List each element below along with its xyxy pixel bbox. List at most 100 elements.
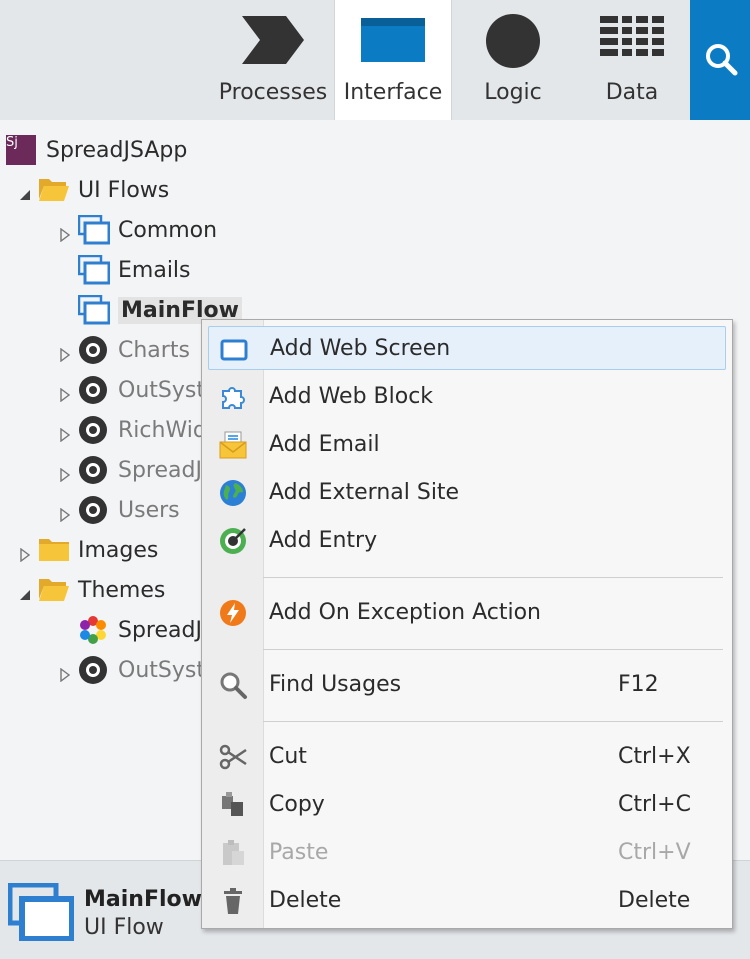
tree-node-label: SpreadJSApp — [46, 137, 188, 163]
tree-theme-outsystems[interactable]: OutSyst — [58, 650, 205, 690]
menu-item-add-on-exception-action[interactable]: Add On Exception Action — [208, 590, 726, 634]
tab-logic[interactable]: Logic — [452, 0, 574, 120]
tab-data[interactable]: Data — [574, 0, 690, 120]
menu-item-shortcut: Delete — [618, 887, 691, 913]
tree-folder-ui-flows[interactable]: UI Flows — [18, 170, 169, 210]
expanded-arrow-icon[interactable] — [18, 583, 32, 600]
globe-icon — [218, 478, 248, 508]
menu-item-shortcut: Ctrl+V — [618, 839, 691, 865]
logic-circle-icon — [485, 14, 541, 76]
paste-icon — [218, 838, 248, 868]
collapsed-arrow-icon[interactable] — [58, 343, 72, 363]
magnifier-icon — [218, 670, 248, 700]
menu-item-label: Add Entry — [269, 527, 378, 553]
menu-item-paste[interactable]: Paste Ctrl+V — [208, 830, 726, 874]
tree-module-users[interactable]: Users — [58, 490, 180, 530]
copy-icon — [218, 790, 248, 820]
entry-icon — [218, 526, 248, 556]
menu-item-label: Add External Site — [269, 479, 460, 505]
menu-item-shortcut: Ctrl+X — [618, 743, 691, 769]
tab-label: Data — [605, 80, 659, 105]
expanded-arrow-icon[interactable] — [18, 183, 32, 200]
tree-flow-common[interactable]: Common — [58, 210, 217, 250]
tree-node-label: Themes — [78, 577, 166, 603]
collapsed-arrow-icon[interactable] — [58, 503, 72, 523]
menu-item-label: Add Web Block — [269, 383, 434, 409]
data-grid-icon — [600, 14, 664, 66]
tree-module-charts[interactable]: Charts — [58, 330, 190, 370]
tree-node-label: Common — [118, 217, 218, 243]
tree-node-label: Charts — [118, 337, 190, 363]
menu-item-label: Add Web Screen — [270, 335, 451, 361]
scissors-icon — [218, 742, 248, 772]
open-folder-icon — [38, 175, 69, 205]
collapsed-arrow-icon[interactable] — [58, 663, 72, 683]
app-badge-icon: Sj — [6, 135, 36, 165]
ui-flow-icon — [77, 294, 111, 325]
search-button[interactable] — [690, 0, 750, 120]
email-icon — [218, 430, 248, 460]
tree-module-outsystems[interactable]: OutSyst — [58, 370, 205, 410]
tree-node-label: RichWid — [118, 417, 207, 443]
tree-folder-themes[interactable]: Themes — [18, 570, 165, 610]
menu-separator — [263, 721, 723, 722]
tree-app-root[interactable]: Sj SpreadJSApp — [6, 130, 187, 170]
menu-item-shortcut: Ctrl+C — [618, 791, 691, 817]
interface-window-icon — [360, 14, 426, 72]
menu-item-label: Paste — [269, 839, 329, 865]
tree-theme-spreadjs[interactable]: SpreadJ — [78, 610, 202, 650]
menu-separator — [263, 649, 723, 650]
menu-item-copy[interactable]: Copy Ctrl+C — [208, 782, 726, 826]
collapsed-arrow-icon[interactable] — [18, 543, 32, 563]
web-screen-icon — [219, 335, 249, 365]
selected-element-type: UI Flow — [84, 915, 164, 940]
tree-module-spreadjs[interactable]: SpreadJ — [58, 450, 202, 490]
module-reference-icon — [78, 335, 108, 365]
open-folder-icon — [38, 575, 69, 605]
menu-item-label: Find Usages — [269, 671, 402, 697]
module-reference-icon — [78, 495, 108, 525]
tree-node-label: SpreadJ — [118, 457, 202, 483]
menu-item-label: Add Email — [269, 431, 380, 457]
menu-item-shortcut: F12 — [618, 671, 659, 697]
menu-item-cut[interactable]: Cut Ctrl+X — [208, 734, 726, 778]
tab-processes[interactable]: Processes — [212, 0, 334, 120]
tree-folder-images[interactable]: Images — [18, 530, 158, 570]
selected-element-name: MainFlow — [84, 887, 202, 912]
menu-item-add-entry[interactable]: Add Entry — [208, 518, 726, 562]
tab-interface[interactable]: Interface — [334, 0, 452, 121]
module-reference-icon — [78, 415, 108, 445]
web-block-icon — [218, 382, 248, 412]
ui-flow-icon — [77, 254, 111, 285]
collapsed-arrow-icon[interactable] — [58, 463, 72, 483]
tree-flow-emails[interactable]: Emails — [77, 250, 191, 290]
tree-node-label: OutSyst — [118, 657, 205, 683]
tree-node-label: OutSyst — [118, 377, 205, 403]
menu-item-label: Cut — [269, 743, 307, 769]
ui-flow-large-icon — [7, 882, 75, 945]
menu-item-label: Delete — [269, 887, 342, 913]
tree-node-label: Emails — [118, 257, 191, 283]
module-reference-icon — [78, 455, 108, 485]
ui-flow-icon — [77, 214, 111, 245]
context-menu: Add Web Screen Add Web Block Add Email A… — [201, 319, 733, 929]
top-tab-bar: Processes Interface Logic Data — [0, 0, 750, 121]
menu-item-add-external-site[interactable]: Add External Site — [208, 470, 726, 514]
tab-label: Interface — [343, 80, 443, 105]
menu-item-delete[interactable]: Delete Delete — [208, 878, 726, 922]
collapsed-arrow-icon[interactable] — [58, 383, 72, 403]
tree-node-label: Users — [118, 497, 180, 523]
tree-module-richwidgets[interactable]: RichWid — [58, 410, 207, 450]
collapsed-arrow-icon[interactable] — [58, 423, 72, 443]
search-icon — [706, 44, 738, 76]
menu-item-add-web-screen[interactable]: Add Web Screen — [208, 326, 726, 370]
menu-item-find-usages[interactable]: Find Usages F12 — [208, 662, 726, 706]
menu-item-label: Add On Exception Action — [269, 599, 542, 625]
exception-icon — [218, 598, 248, 628]
menu-item-add-email[interactable]: Add Email — [208, 422, 726, 466]
collapsed-arrow-icon[interactable] — [58, 223, 72, 243]
menu-item-add-web-block[interactable]: Add Web Block — [208, 374, 726, 418]
module-reference-icon — [78, 655, 108, 685]
menu-separator — [263, 577, 723, 578]
module-reference-icon — [78, 375, 108, 405]
